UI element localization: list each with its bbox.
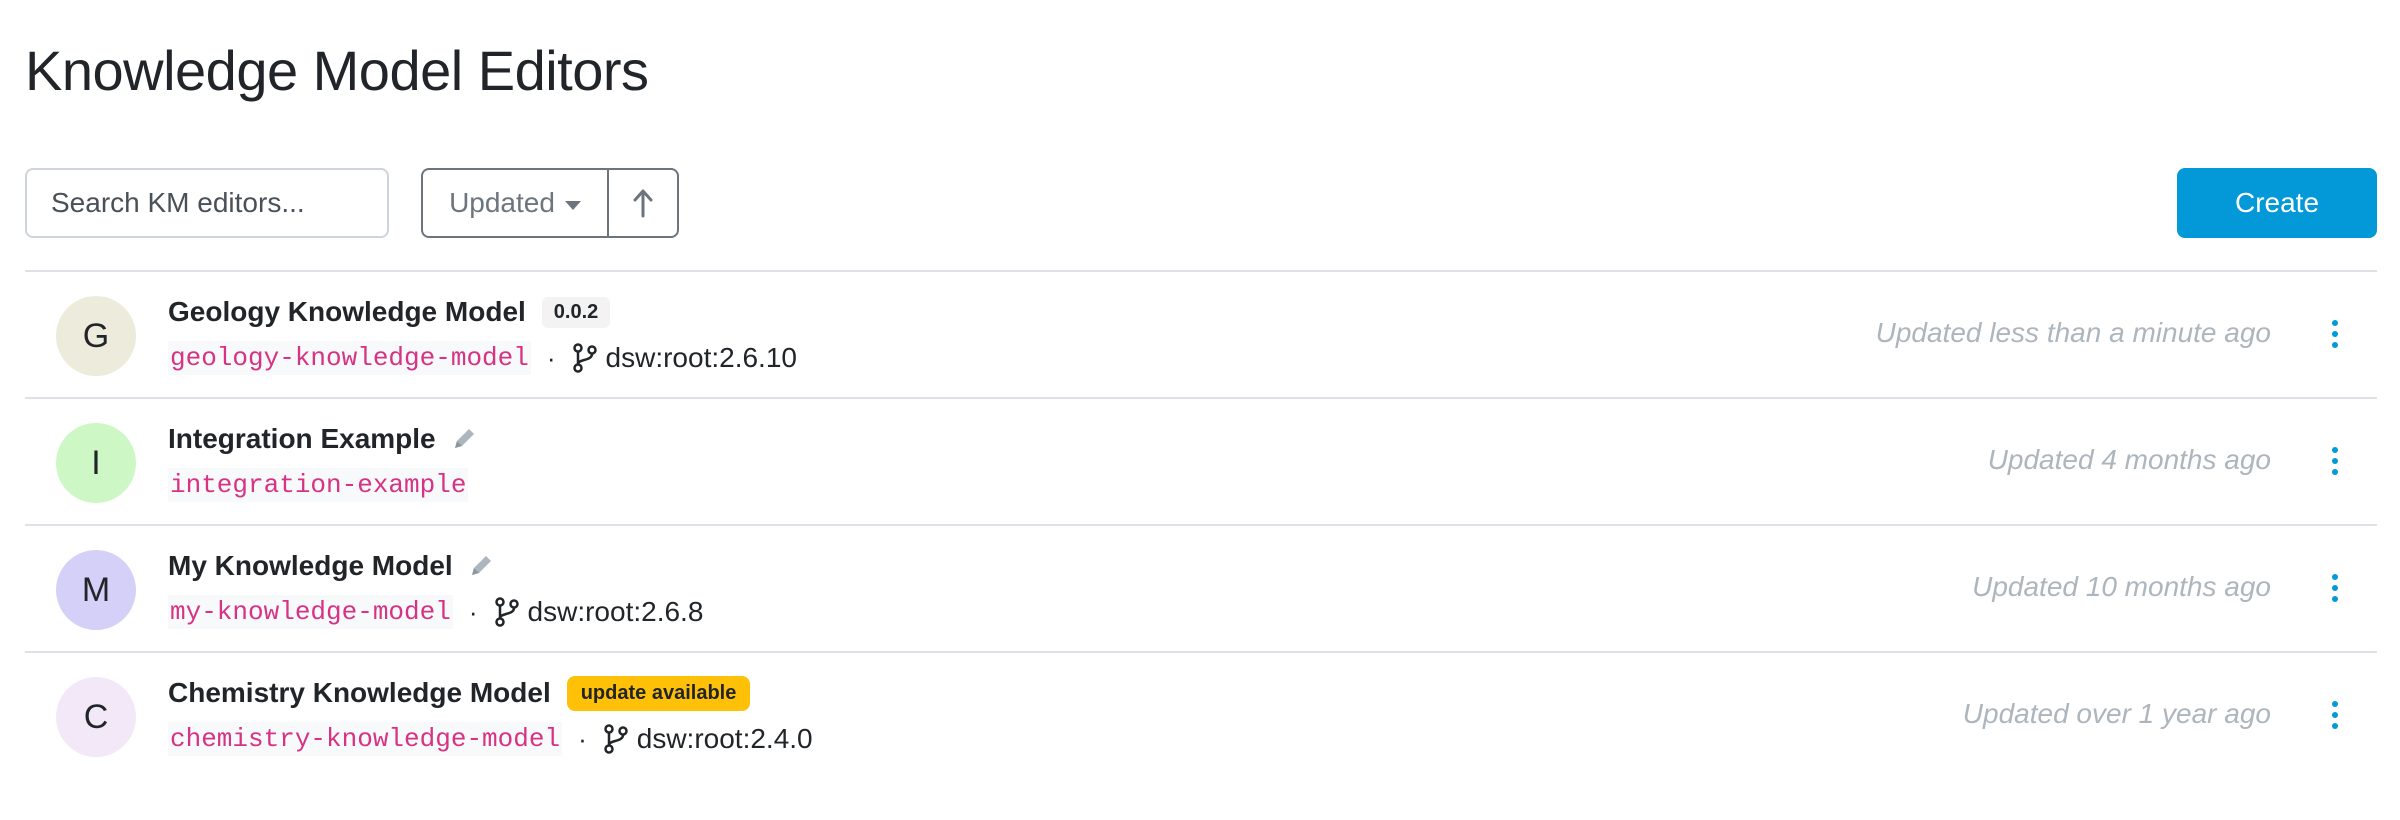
km-id: my-knowledge-model — [168, 595, 453, 629]
parent-package: dsw:root:2.6.8 — [527, 596, 704, 627]
updated-text: Updated less than a minute ago — [1875, 317, 2271, 348]
more-actions-icon[interactable] — [2329, 570, 2341, 606]
list-item: I Integration Example integration-exampl… — [25, 397, 2377, 524]
separator-dot: · — [578, 723, 587, 754]
avatar: I — [56, 423, 136, 503]
editor-name-link[interactable]: Geology Knowledge Model — [168, 296, 526, 328]
updated-text: Updated over 1 year ago — [1962, 698, 2271, 729]
list-item: C Chemistry Knowledge Model update avail… — [25, 651, 2377, 778]
km-id: chemistry-knowledge-model — [168, 722, 563, 756]
more-actions-icon[interactable] — [2329, 443, 2341, 479]
editor-name-link[interactable]: Integration Example — [168, 423, 436, 455]
updated-text: Updated 10 months ago — [1972, 571, 2271, 602]
km-id: integration-example — [168, 468, 469, 502]
more-actions-icon[interactable] — [2329, 697, 2341, 733]
km-editors-page: Knowledge Model Editors Updated Create G… — [0, 0, 2400, 820]
arrow-up-icon — [633, 189, 653, 218]
list-item: M My Knowledge Model my-knowledge-model … — [25, 524, 2377, 651]
sort-field-label: Updated — [449, 187, 555, 218]
more-actions-icon[interactable] — [2329, 316, 2341, 352]
editor-name-link[interactable]: My Knowledge Model — [168, 550, 453, 582]
parent-package: dsw:root:2.4.0 — [636, 723, 813, 754]
toolbar: Updated Create — [25, 168, 2377, 238]
pencil-icon — [450, 425, 478, 453]
caret-down-icon — [564, 200, 581, 210]
pencil-icon — [467, 552, 495, 580]
branch-icon — [603, 724, 629, 754]
create-button[interactable]: Create — [2177, 168, 2377, 238]
avatar: M — [56, 550, 136, 630]
search-input[interactable] — [25, 168, 389, 238]
parent-package: dsw:root:2.6.10 — [605, 342, 797, 373]
avatar: G — [56, 296, 136, 376]
updated-text: Updated 4 months ago — [1987, 444, 2271, 475]
separator-dot: · — [468, 596, 478, 627]
sort-control: Updated — [421, 168, 679, 238]
branch-icon — [494, 597, 520, 627]
km-editor-list: G Geology Knowledge Model 0.0.2 geology-… — [25, 270, 2377, 778]
branch-icon — [572, 343, 598, 373]
list-item: G Geology Knowledge Model 0.0.2 geology-… — [25, 270, 2377, 397]
avatar: C — [56, 677, 136, 757]
sort-field-dropdown[interactable]: Updated — [423, 170, 609, 236]
version-badge: 0.0.2 — [541, 296, 611, 328]
sort-direction-button[interactable] — [609, 170, 677, 236]
editor-name-link[interactable]: Chemistry Knowledge Model — [168, 677, 551, 709]
km-id: geology-knowledge-model — [168, 341, 531, 375]
page-title: Knowledge Model Editors — [25, 39, 649, 102]
update-available-badge: update available — [566, 675, 751, 711]
separator-dot: · — [546, 342, 556, 373]
